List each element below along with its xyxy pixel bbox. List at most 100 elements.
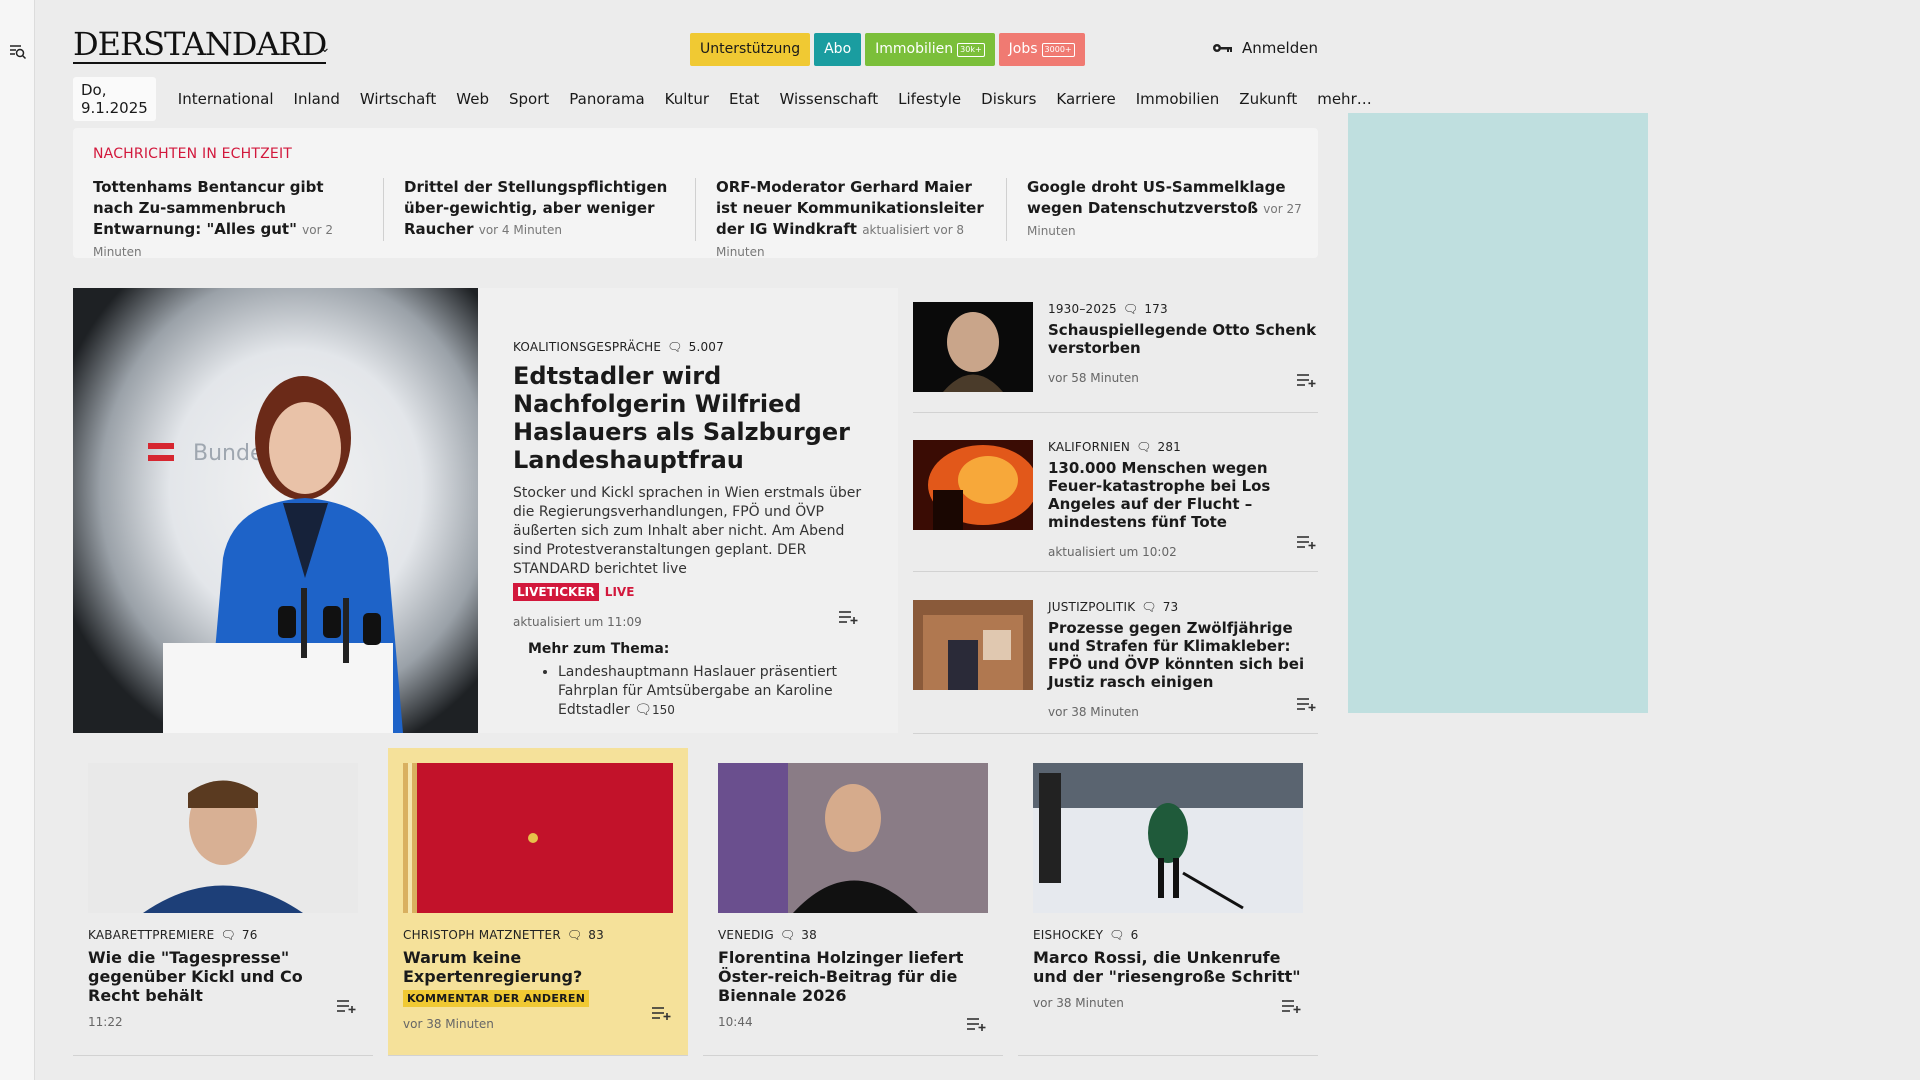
card-headline[interactable]: Florentina Holzinger liefert Öster-reich… bbox=[718, 948, 988, 1005]
article-card[interactable]: CHRISTOPH MATZNETTER 🗨 83 Warum keine Expe… bbox=[388, 748, 688, 1056]
card-headline[interactable]: Wie die "Tagespresse" gegenüber Kickl un… bbox=[88, 948, 358, 1005]
nav-item-kultur[interactable]: Kultur bbox=[655, 86, 719, 112]
immobilien-label: Immobilien bbox=[875, 41, 954, 57]
comment-count: 76 bbox=[241, 928, 258, 942]
card-headline[interactable]: Warum keine Expertenregierung? bbox=[403, 948, 673, 986]
live-news-box: NACHRICHTEN IN ECHTZEIT Tottenhams Benta… bbox=[73, 128, 1318, 259]
card-headline[interactable]: Marco Rossi, die Unkenrufe und der "ries… bbox=[1033, 948, 1303, 986]
comment-icon: 🗨 bbox=[634, 702, 652, 718]
live-news-title: NACHRICHTEN IN ECHTZEIT bbox=[93, 146, 293, 162]
ad-placeholder[interactable] bbox=[1348, 113, 1648, 713]
card-image bbox=[1033, 763, 1303, 913]
nav-item-sport[interactable]: Sport bbox=[499, 86, 559, 112]
nav-item-international[interactable]: International bbox=[168, 86, 284, 112]
live-news-item[interactable]: Google droht US-Sammelklage wegen Datens… bbox=[1027, 177, 1302, 242]
nav-item-karriere[interactable]: Karriere bbox=[1046, 86, 1125, 112]
main-navigation: Do, 9.1.2025 International Inland Wirtsc… bbox=[73, 77, 1382, 121]
kicker-label: KABARETTPREMIERE bbox=[88, 928, 215, 942]
teaser-image bbox=[913, 302, 1033, 392]
nav-item-etat[interactable]: Etat bbox=[719, 86, 769, 112]
nav-item-immobilien[interactable]: Immobilien bbox=[1126, 86, 1230, 112]
comment-icon: 🗨 bbox=[779, 928, 796, 942]
card-text: CHRISTOPH MATZNETTER 🗨 83 Warum keine Expe… bbox=[403, 928, 673, 1031]
more-title: Mehr zum Thema: bbox=[528, 641, 670, 657]
add-to-list-icon[interactable] bbox=[336, 998, 358, 1014]
divider bbox=[695, 178, 696, 241]
teaser-time: vor 58 Minuten bbox=[1048, 371, 1139, 385]
jobs-button[interactable]: Jobs 3000+ bbox=[998, 33, 1085, 66]
card-text: EISHOCKEY 🗨 6 Marco Rossi, die Unkenrufe u… bbox=[1033, 928, 1303, 1010]
support-button[interactable]: Unterstützung bbox=[690, 33, 811, 66]
side-teaser[interactable]: 1930–2025 🗨 173 Schauspiellegende Otto Sch… bbox=[913, 302, 1318, 413]
support-label: Unterstützung bbox=[700, 41, 801, 57]
card-text: VENEDIG 🗨 38 Florentina Holzinger liefert … bbox=[718, 928, 988, 1029]
card-time: 11:22 bbox=[88, 1015, 123, 1029]
nav-item-inland[interactable]: Inland bbox=[284, 86, 350, 112]
more-item-text: Landeshauptmann Haslauer präsentiert Fah… bbox=[558, 664, 837, 718]
search-menu-icon[interactable] bbox=[9, 43, 27, 61]
chevron-down-icon[interactable]: ⌄ bbox=[319, 40, 331, 56]
nav-item-web[interactable]: Web bbox=[446, 86, 499, 112]
comment-count: 83 bbox=[588, 928, 604, 942]
lead-article-image[interactable]: Bundes bbox=[73, 288, 478, 733]
key-icon bbox=[1212, 44, 1232, 52]
add-to-list-icon[interactable] bbox=[1281, 998, 1303, 1014]
add-to-list-icon[interactable] bbox=[1296, 696, 1318, 712]
comment-icon: 🗨 bbox=[1141, 600, 1157, 614]
add-to-list-icon[interactable] bbox=[966, 1016, 988, 1032]
updated-time: aktualisiert um 11:09 bbox=[513, 615, 642, 629]
immobilien-badge: 30k+ bbox=[957, 42, 985, 57]
site-logo[interactable]: DERSTANDARD bbox=[73, 27, 327, 64]
live-news-item[interactable]: Drittel der Stellungspflichtigen über-ge… bbox=[404, 177, 679, 241]
login-button[interactable]: Anmelden bbox=[1212, 39, 1318, 57]
add-to-list-icon[interactable] bbox=[838, 609, 860, 625]
live-time: vor 4 Minuten bbox=[478, 223, 562, 237]
article-card[interactable]: KABARETTPREMIERE 🗨 76 Wie die "Tagespresse… bbox=[73, 748, 373, 1056]
lead-headline[interactable]: Edtstadler wird Nachfolgerin Wilfried Ha… bbox=[513, 362, 868, 474]
lead-article[interactable]: Bundes KOALITIONSGESPRÄCHE 🗨 5.007 Edtst… bbox=[73, 288, 898, 733]
comment-icon: 🗨 bbox=[220, 928, 236, 942]
kicker-label: VENEDIG bbox=[718, 928, 774, 942]
live-news-item[interactable]: ORF-Moderator Gerhard Maier ist neuer Ko… bbox=[716, 177, 991, 263]
current-date: Do, 9.1.2025 bbox=[73, 77, 156, 121]
nav-item-diskurs[interactable]: Diskurs bbox=[971, 86, 1046, 112]
kicker-label: KALIFORNIEN bbox=[1048, 440, 1131, 454]
comment-icon: 🗨 bbox=[566, 928, 583, 942]
article-card[interactable]: EISHOCKEY 🗨 6 Marco Rossi, die Unkenrufe u… bbox=[1018, 748, 1318, 1056]
nav-item-panorama[interactable]: Panorama bbox=[559, 86, 654, 112]
teaser-headline[interactable]: 130.000 Menschen wegen Feuer-katastrophe… bbox=[1048, 459, 1318, 531]
meta-row: aktualisiert um 11:09 bbox=[513, 611, 868, 641]
article-card[interactable]: VENEDIG 🗨 38 Florentina Holzinger liefert … bbox=[703, 748, 1003, 1056]
add-to-list-icon[interactable] bbox=[1296, 372, 1318, 388]
card-image bbox=[88, 763, 358, 913]
add-to-list-icon[interactable] bbox=[651, 1005, 673, 1021]
teaser-time: vor 38 Minuten bbox=[1048, 705, 1139, 719]
live-news-item[interactable]: Tottenhams Bentancur gibt nach Zu-sammen… bbox=[93, 177, 368, 263]
comment-icon: 🗨 bbox=[1122, 302, 1139, 316]
nav-item-wissenschaft[interactable]: Wissenschaft bbox=[769, 86, 888, 112]
add-to-list-icon[interactable] bbox=[1296, 534, 1318, 550]
nav-item-lifestyle[interactable]: Lifestyle bbox=[888, 86, 971, 112]
card-time: vor 38 Minuten bbox=[1033, 996, 1124, 1010]
more-list-item[interactable]: Landeshauptmann Haslauer präsentiert Fah… bbox=[558, 663, 868, 720]
abo-label: Abo bbox=[824, 41, 852, 57]
portrait-photo: Bundes bbox=[148, 376, 403, 733]
live-headline: Google droht US-Sammelklage wegen Datens… bbox=[1027, 178, 1286, 217]
nav-item-wirtschaft[interactable]: Wirtschaft bbox=[350, 86, 446, 112]
nav-item-zukunft[interactable]: Zukunft bbox=[1229, 86, 1307, 112]
comment-count: 173 bbox=[1144, 302, 1168, 316]
teaser-headline[interactable]: Schauspiellegende Otto Schenk verstorben bbox=[1048, 321, 1318, 357]
side-teaser[interactable]: JUSTIZPOLITIK 🗨 73 Prozesse gegen Zwölfjäh… bbox=[913, 586, 1318, 734]
abo-button[interactable]: Abo bbox=[814, 33, 862, 66]
kicker-label: JUSTIZPOLITIK bbox=[1048, 600, 1136, 614]
header-buttons: Unterstützung Abo Immobilien 30k+ Jobs 3… bbox=[690, 33, 1085, 66]
lead-article-text: KOALITIONSGESPRÄCHE 🗨 5.007 Edtstadler w… bbox=[513, 340, 868, 720]
teaser-headline[interactable]: Prozesse gegen Zwölfjährige und Strafen … bbox=[1048, 619, 1318, 691]
nav-item-more[interactable]: mehr… bbox=[1307, 86, 1382, 112]
immobilien-button[interactable]: Immobilien 30k+ bbox=[865, 33, 995, 66]
lead-text: Stocker und Kickl sprachen in Wien erstm… bbox=[513, 485, 862, 577]
side-teaser[interactable]: KALIFORNIEN 🗨 281 130.000 Menschen wegen F… bbox=[913, 426, 1318, 572]
divider bbox=[1006, 178, 1007, 241]
teaser-time: aktualisiert um 10:02 bbox=[1048, 545, 1177, 559]
teaser-text: 1930–2025 🗨 173 Schauspiellegende Otto Sch… bbox=[1048, 302, 1318, 385]
